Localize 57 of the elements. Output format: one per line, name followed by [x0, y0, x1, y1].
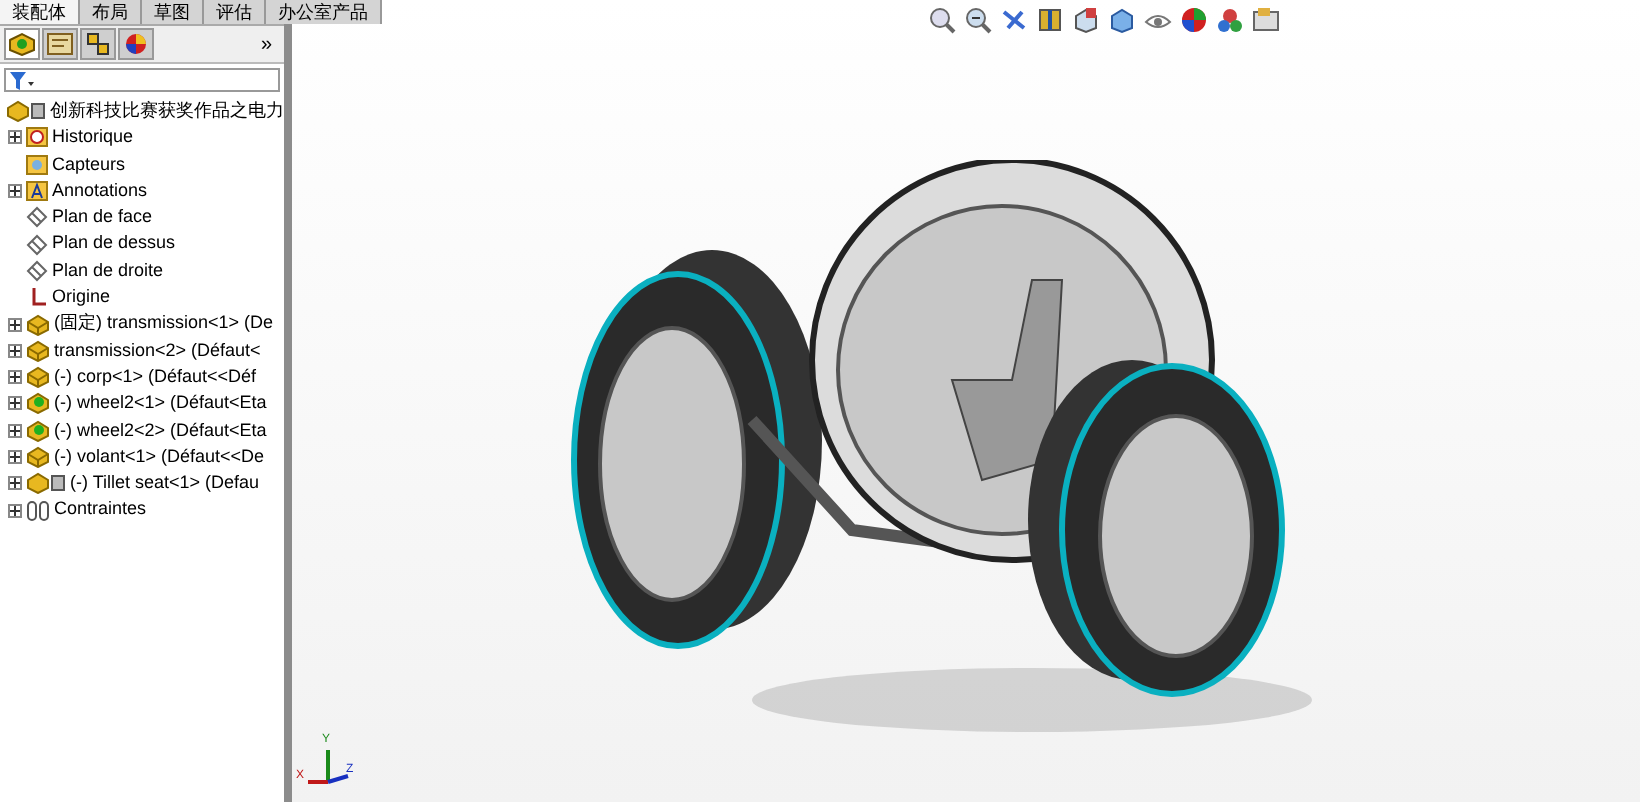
- appearance-tab[interactable]: [118, 28, 154, 60]
- tree-item[interactable]: Plan de droite: [52, 257, 164, 285]
- plane-icon: [26, 233, 48, 256]
- annotation-folder-icon: [26, 180, 48, 203]
- command-tab[interactable]: 办公室产品: [266, 0, 382, 24]
- tree-item[interactable]: (固定) transmission<1> (De: [54, 310, 274, 338]
- assembly-name[interactable]: 创新科技比赛获奖作品之电力: [50, 98, 284, 125]
- expand-icon[interactable]: [8, 476, 22, 491]
- expand-icon[interactable]: [8, 423, 22, 438]
- tree-item[interactable]: Annotations: [52, 177, 148, 205]
- sensor-folder-icon: [26, 153, 48, 176]
- expand-icon[interactable]: [8, 130, 22, 145]
- part-icon: [26, 446, 50, 468]
- expand-icon[interactable]: [8, 503, 22, 518]
- tree-item[interactable]: Contraintes: [54, 496, 147, 524]
- expand-icon[interactable]: [8, 370, 22, 385]
- expand-icon[interactable]: [8, 317, 22, 332]
- part-icon: [26, 392, 50, 415]
- command-tab[interactable]: 装配体: [0, 0, 80, 24]
- tree-item[interactable]: (-) corp<1> (Défaut<<Déf: [54, 363, 257, 391]
- expand-icon[interactable]: [8, 396, 22, 411]
- expand-icon[interactable]: [8, 343, 22, 358]
- scene-icon[interactable]: [1216, 6, 1244, 34]
- clock-folder-icon: [26, 126, 48, 149]
- command-tab[interactable]: 布局: [80, 0, 142, 24]
- subassembly-icon: [6, 100, 46, 123]
- appearance-icon[interactable]: [1180, 6, 1208, 34]
- plane-icon: [26, 259, 48, 282]
- tree-item[interactable]: transmission<2> (Défaut<: [54, 337, 261, 364]
- part-icon: [26, 313, 50, 336]
- command-tab[interactable]: 草图: [142, 0, 204, 24]
- filter-field[interactable]: [4, 68, 280, 92]
- tree-item[interactable]: Origine: [52, 284, 111, 311]
- tree-item[interactable]: (-) volant<1> (Défaut<<De: [54, 443, 265, 471]
- zoom-fit-icon[interactable]: [928, 6, 956, 34]
- tree-item[interactable]: Historique: [52, 124, 134, 152]
- expand-icon[interactable]: [8, 450, 22, 464]
- mates-icon: [26, 499, 50, 522]
- tree-item[interactable]: (-) wheel2<1> (Défaut<Eta: [54, 390, 267, 418]
- property-tab[interactable]: [42, 28, 78, 60]
- tree-item[interactable]: (-) Tillet seat<1> (Defau: [70, 470, 260, 497]
- more-button[interactable]: »: [252, 29, 280, 59]
- tree-item[interactable]: (-) wheel2<2> (Défaut<Eta: [54, 417, 267, 444]
- tree-item[interactable]: Plan de dessus: [52, 230, 176, 258]
- command-tab[interactable]: 评估: [204, 0, 266, 24]
- feature-tree-tab[interactable]: [4, 28, 40, 60]
- tree-item[interactable]: Plan de face: [52, 204, 153, 231]
- filter-icon: [10, 71, 34, 89]
- part-icon: [26, 339, 50, 362]
- expand-icon[interactable]: [8, 184, 22, 199]
- part-icon: [26, 366, 50, 389]
- plane-icon: [26, 206, 48, 229]
- tree-item[interactable]: Capteurs: [52, 151, 126, 178]
- part-icon: [26, 419, 50, 442]
- zoom-area-icon[interactable]: [964, 6, 992, 34]
- configuration-tab[interactable]: [80, 28, 116, 60]
- subassembly-icon: [26, 472, 66, 495]
